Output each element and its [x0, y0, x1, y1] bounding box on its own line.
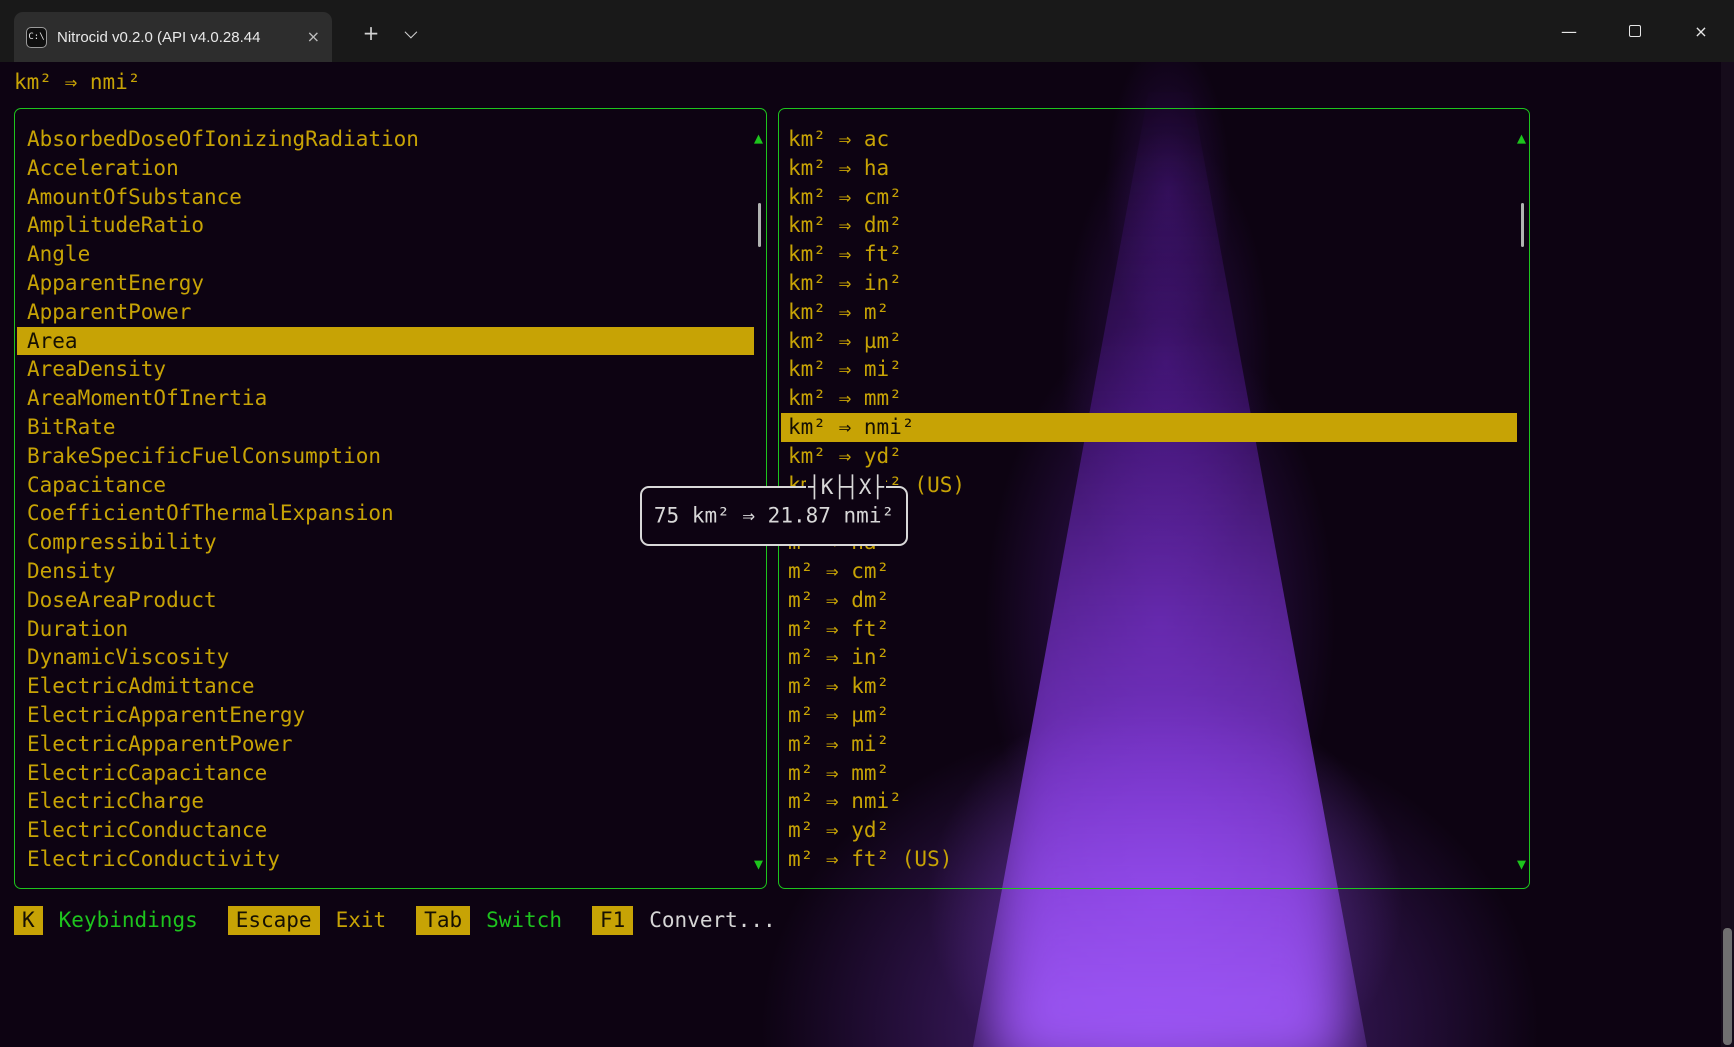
list-item[interactable]: Area — [17, 327, 754, 356]
list-item[interactable]: AmountOfSubstance — [17, 183, 754, 212]
conversion-result-text: 75 km² ⇒ 21.87 nmi² — [642, 504, 906, 528]
list-item[interactable]: DoseAreaProduct — [17, 586, 754, 615]
scrollbar-thumb[interactable] — [1521, 203, 1524, 247]
statusbar: K Keybindings Escape Exit Tab Switch F1 … — [14, 904, 806, 936]
keybinding-chip-escape[interactable]: Escape — [228, 906, 320, 935]
conversion-header: km² ⇒ nmi² — [14, 70, 140, 94]
keybinding-label-keybindings: Keybindings — [59, 908, 198, 932]
terminal-scrollbar-thumb[interactable] — [1723, 928, 1732, 1045]
new-tab-button[interactable]: + — [354, 16, 388, 50]
keybinding-chip-k[interactable]: K — [14, 906, 43, 935]
list-item[interactable]: ElectricApparentEnergy — [17, 701, 754, 730]
list-item[interactable]: km² ⇒ ha — [781, 154, 1517, 183]
list-item[interactable]: km² ⇒ nmi² — [781, 413, 1517, 442]
list-item[interactable]: AmplitudeRatio — [17, 211, 754, 240]
terminal-tab[interactable]: C:\ Nitrocid v0.2.0 (API v4.0.28.44 × — [14, 12, 332, 62]
keybinding-chip-tab[interactable]: Tab — [416, 906, 470, 935]
list-item[interactable]: ElectricAdmittance — [17, 672, 754, 701]
list-item[interactable]: km² ⇒ mi² — [781, 355, 1517, 384]
keybinding-chip-f1[interactable]: F1 — [592, 906, 633, 935]
list-item[interactable]: Angle — [17, 240, 754, 269]
conversion-result-popup: ┤K├┤X├ 75 km² ⇒ 21.87 nmi² — [640, 486, 908, 546]
list-item[interactable]: AreaDensity — [17, 355, 754, 384]
command-prompt-icon: C:\ — [26, 27, 47, 48]
list-item[interactable]: m² ⇒ yd² — [781, 816, 1517, 845]
list-item[interactable]: ElectricCharge — [17, 787, 754, 816]
list-item[interactable]: BitRate — [17, 413, 754, 442]
list-item[interactable]: Acceleration — [17, 154, 754, 183]
list-item[interactable]: ApparentEnergy — [17, 269, 754, 298]
list-item[interactable]: m² ⇒ km² — [781, 672, 1517, 701]
list-item[interactable]: ElectricConductivity — [17, 845, 754, 874]
list-item[interactable]: AreaMomentOfInertia — [17, 384, 754, 413]
scroll-down-icon[interactable]: ▼ — [754, 857, 763, 872]
list-item[interactable]: km² ⇒ µm² — [781, 327, 1517, 356]
minimize-button[interactable]: — — [1536, 0, 1602, 62]
list-item[interactable]: km² ⇒ ac — [781, 125, 1517, 154]
list-item[interactable]: ElectricApparentPower — [17, 730, 754, 759]
maximize-button[interactable] — [1602, 0, 1668, 62]
list-item[interactable]: m² ⇒ µm² — [781, 701, 1517, 730]
list-item[interactable]: km² ⇒ dm² — [781, 211, 1517, 240]
keybinding-label-convert: Convert... — [649, 908, 775, 932]
list-item[interactable]: m² ⇒ ft² — [781, 615, 1517, 644]
list-item[interactable]: BrakeSpecificFuelConsumption — [17, 442, 754, 471]
list-item[interactable]: DynamicViscosity — [17, 643, 754, 672]
list-item[interactable]: km² ⇒ ft² — [781, 240, 1517, 269]
tab-dropdown-button[interactable] — [392, 16, 426, 50]
list-item[interactable]: Density — [17, 557, 754, 586]
list-item[interactable]: m² ⇒ ft² (US) — [781, 845, 1517, 874]
list-item[interactable]: ElectricConductance — [17, 816, 754, 845]
list-item[interactable]: km² ⇒ yd² — [781, 442, 1517, 471]
popup-border-buttons[interactable]: ┤K├┤X├ — [806, 475, 886, 499]
window-controls: — × — [1536, 0, 1734, 62]
tab-title: Nitrocid v0.2.0 (API v4.0.28.44 — [57, 29, 299, 46]
scroll-down-icon[interactable]: ▼ — [1517, 857, 1526, 872]
tab-close-icon[interactable]: × — [307, 29, 320, 45]
list-item[interactable]: km² ⇒ cm² — [781, 183, 1517, 212]
titlebar: C:\ Nitrocid v0.2.0 (API v4.0.28.44 × + … — [0, 0, 1734, 62]
list-item[interactable]: m² ⇒ nmi² — [781, 787, 1517, 816]
close-button[interactable]: × — [1668, 0, 1734, 62]
keybinding-label-exit: Exit — [336, 908, 387, 932]
list-item[interactable]: Duration — [17, 615, 754, 644]
list-item[interactable]: m² ⇒ mm² — [781, 759, 1517, 788]
list-item[interactable]: m² ⇒ cm² — [781, 557, 1517, 586]
list-item[interactable]: km² ⇒ in² — [781, 269, 1517, 298]
keybinding-label-switch: Switch — [486, 908, 562, 932]
chevron-down-icon — [404, 25, 417, 38]
scrollbar-thumb[interactable] — [758, 203, 761, 247]
maximize-icon — [1629, 25, 1641, 37]
scroll-up-icon[interactable]: ▲ — [1517, 131, 1526, 146]
terminal-scrollbar-track[interactable] — [1721, 62, 1734, 1047]
list-item[interactable]: m² ⇒ mi² — [781, 730, 1517, 759]
list-item[interactable]: m² ⇒ dm² — [781, 586, 1517, 615]
list-item[interactable]: km² ⇒ m² — [781, 298, 1517, 327]
list-item[interactable]: ElectricCapacitance — [17, 759, 754, 788]
terminal-viewport: km² ⇒ nmi² AbsorbedDoseOfIonizingRadiati… — [0, 62, 1734, 1047]
list-item[interactable]: km² ⇒ mm² — [781, 384, 1517, 413]
list-item[interactable]: ApparentPower — [17, 298, 754, 327]
scroll-up-icon[interactable]: ▲ — [754, 131, 763, 146]
list-item[interactable]: m² ⇒ in² — [781, 643, 1517, 672]
list-item[interactable]: AbsorbedDoseOfIonizingRadiation — [17, 125, 754, 154]
